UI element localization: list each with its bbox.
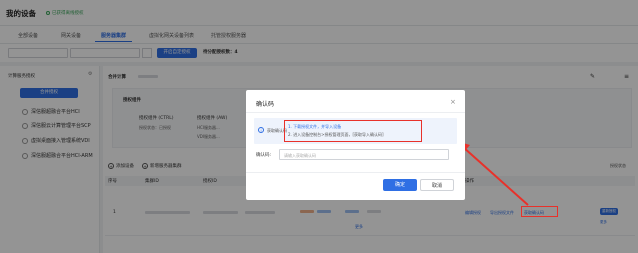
info-icon: i xyxy=(258,127,264,133)
dialog-title: 确认码 xyxy=(256,101,275,108)
cancel-button[interactable]: 取消 xyxy=(420,179,454,191)
confirm-code-label: 确认码: xyxy=(256,153,272,158)
info-panel: i 获取确认码 1. 下载授权文件，并导入设备 2. 进入设备控制台>授权管理页… xyxy=(254,118,457,144)
close-icon[interactable]: × xyxy=(450,98,456,106)
step-download: 1. 下载授权文件，并导入设备 xyxy=(288,124,342,129)
step-get-code: 2. 进入设备控制台>授权管理页面，[获取导入确认码] xyxy=(288,132,384,137)
confirm-button[interactable]: 确定 xyxy=(383,179,417,191)
dialog-divider xyxy=(246,112,465,113)
confirm-code-dialog: 确认码 × i 获取确认码 1. 下载授权文件，并导入设备 2. 进入设备控制台… xyxy=(246,90,465,200)
confirm-code-placeholder: 请输入获取确认码 xyxy=(284,153,316,158)
confirm-code-input[interactable]: 请输入获取确认码 xyxy=(279,149,449,160)
dialog-divider-bottom xyxy=(246,172,465,173)
